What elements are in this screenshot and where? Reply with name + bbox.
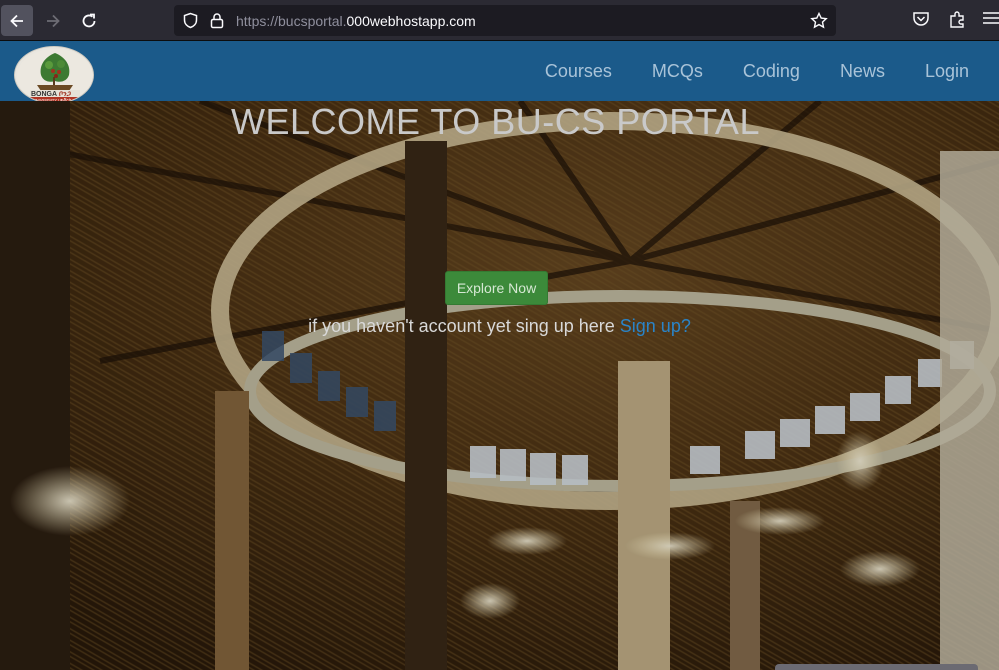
menu-icon[interactable]: [982, 10, 999, 26]
pocket-icon[interactable]: [912, 10, 930, 27]
star-bookmark-icon[interactable]: [810, 12, 828, 29]
url-text[interactable]: https://bucsportal.000webhostapp.com: [236, 13, 476, 29]
url-prefix: https://bucsportal.: [236, 13, 347, 29]
hero-title: WELCOME TO BU-CS PORTAL: [231, 101, 760, 142]
forward-button[interactable]: [37, 5, 69, 36]
arrow-left-icon: [10, 14, 23, 27]
nav-courses[interactable]: Courses: [545, 61, 612, 82]
url-host: 000webhostapp.com: [346, 13, 476, 29]
shield-icon[interactable]: [182, 12, 199, 29]
nav-news[interactable]: News: [840, 61, 885, 82]
address-bar[interactable]: https://bucsportal.000webhostapp.com: [174, 5, 836, 36]
hero-section: WELCOME TO BU-CS PORTAL Explore Now if y…: [0, 101, 999, 670]
extensions-icon[interactable]: [948, 10, 966, 28]
reload-icon: [82, 13, 96, 27]
back-button[interactable]: [1, 5, 33, 36]
page-scrollbar[interactable]: [775, 664, 978, 670]
signup-text: if you haven't account yet sing up here: [308, 316, 620, 336]
explore-now-button[interactable]: Explore Now: [445, 271, 548, 305]
arrow-right-icon: [47, 14, 60, 27]
hero-background-image: [0, 101, 999, 670]
bonga-university-logo[interactable]: BONGA ቦንጋ UNIVERSITY | ዩኒቨርሲቲ: [14, 46, 94, 104]
main-nav: Courses MCQs Coding News Login: [505, 41, 969, 101]
nav-mcqs[interactable]: MCQs: [652, 61, 703, 82]
signup-link[interactable]: Sign up?: [620, 316, 691, 336]
lock-icon[interactable]: [209, 12, 225, 29]
nav-coding[interactable]: Coding: [743, 61, 800, 82]
reload-button[interactable]: [73, 5, 105, 36]
browser-toolbar: https://bucsportal.000webhostapp.com: [0, 0, 999, 41]
signup-prompt: if you haven't account yet sing up here …: [0, 316, 999, 337]
site-header: BONGA ቦንጋ UNIVERSITY | ዩኒቨርሲቲ Courses MC…: [0, 41, 999, 104]
nav-login[interactable]: Login: [925, 61, 969, 82]
